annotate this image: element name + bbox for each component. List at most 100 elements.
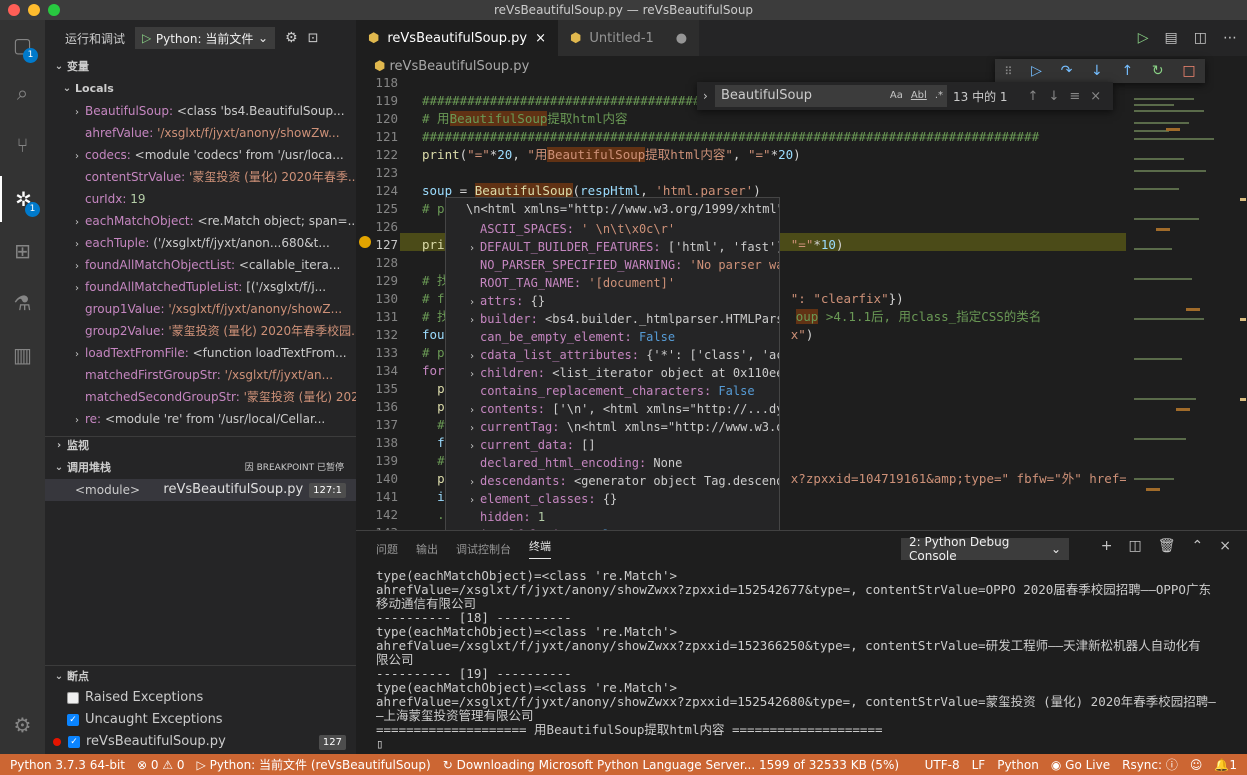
- rsync[interactable]: Rsync: ⓘ: [1116, 756, 1184, 773]
- line-number[interactable]: 128: [356, 254, 398, 272]
- chevron-right-icon[interactable]: ›: [69, 410, 85, 430]
- variable-row[interactable]: › BeautifulSoup: <class 'bs4.BeautifulSou…: [45, 100, 356, 122]
- hover-property-row[interactable]: can_be_empty_element: False: [446, 328, 779, 346]
- line-number[interactable]: 118: [356, 78, 398, 92]
- callstack-section-header[interactable]: ⌄ 调用堆栈 因 BREAKPOINT 已暂停: [45, 457, 356, 479]
- stack-frame[interactable]: <module> reVsBeautifulSoup.py 127:1: [45, 479, 356, 501]
- gear-icon[interactable]: ⚙: [0, 702, 45, 748]
- language-mode[interactable]: Python: [991, 758, 1045, 772]
- line-number[interactable]: 134: [356, 362, 398, 380]
- chevron-right-icon[interactable]: ›: [69, 344, 85, 364]
- line-number[interactable]: 121: [356, 128, 398, 146]
- tab-untitled-1[interactable]: ⬢ Untitled-1 ●: [558, 20, 700, 56]
- line-number[interactable]: 142: [356, 506, 398, 524]
- line-number[interactable]: 138: [356, 434, 398, 452]
- trash-icon[interactable]: 🗑: [1158, 538, 1176, 554]
- chevron-right-icon[interactable]: ›: [464, 366, 480, 382]
- debug-hover-widget[interactable]: \n<html xmlns="http://www.w3.org/1999/xh…: [445, 197, 780, 545]
- code-line[interactable]: 122 print("="*20, "用BeautifulSoup提取html内容…: [356, 146, 1126, 164]
- minimize-window-button[interactable]: [28, 4, 40, 16]
- chevron-right-icon[interactable]: ›: [464, 402, 480, 418]
- variable-row[interactable]: › eachMatchObject: <re.Match object; span…: [45, 210, 356, 232]
- line-number[interactable]: 126: [356, 218, 398, 236]
- hover-property-row[interactable]: › attrs: {}: [446, 292, 779, 310]
- hover-property-row[interactable]: › DEFAULT_BUILDER_FEATURES: ['html', 'fas…: [446, 238, 779, 256]
- open-preview-icon[interactable]: ▤: [1165, 30, 1178, 46]
- find-input[interactable]: BeautifulSoup Aa Abl .*: [715, 85, 947, 107]
- unsaved-dot-icon[interactable]: ●: [676, 31, 687, 46]
- chevron-right-icon[interactable]: ›: [69, 212, 85, 232]
- line-number[interactable]: 130: [356, 290, 398, 308]
- variable-row[interactable]: › re: <module 're' from '/usr/local/Cella…: [45, 408, 356, 430]
- hover-property-row[interactable]: ASCII_SPACES: ' \n\t\x0c\r': [446, 220, 779, 238]
- line-number[interactable]: 125: [356, 200, 398, 218]
- watch-section-header[interactable]: › 监视: [45, 435, 356, 457]
- variable-row[interactable]: curIdx: 19: [45, 188, 356, 210]
- chevron-right-icon[interactable]: ›: [69, 146, 85, 166]
- variables-section-header[interactable]: ⌄ 变量: [45, 56, 356, 78]
- start-debug-icon[interactable]: ▷: [142, 31, 151, 45]
- search-icon[interactable]: ⌕: [0, 70, 45, 116]
- step-out-icon[interactable]: ↑: [1121, 63, 1133, 79]
- variable-row[interactable]: matchedFirstGroupStr: '/xsglxt/f/jyxt/an…: [45, 364, 356, 386]
- chevron-right-icon[interactable]: ›: [69, 278, 85, 298]
- chevron-right-icon[interactable]: ›: [464, 348, 480, 364]
- hover-property-row[interactable]: › children: <list_iterator object at 0x11…: [446, 364, 779, 382]
- hover-property-row[interactable]: › contents: ['\n', <html xmlns="http://..…: [446, 400, 779, 418]
- stop-icon[interactable]: □: [1182, 63, 1195, 79]
- variable-row[interactable]: › foundAllMatchObjectList: <callable_iter…: [45, 254, 356, 276]
- step-into-icon[interactable]: ↓: [1091, 63, 1103, 79]
- step-over-icon[interactable]: ↷: [1061, 63, 1073, 79]
- feedback-icon[interactable]: ☺: [1184, 758, 1209, 772]
- line-number[interactable]: 129: [356, 272, 398, 290]
- chevron-right-icon[interactable]: ›: [69, 102, 85, 122]
- maximize-window-button[interactable]: [48, 4, 60, 16]
- hover-property-row[interactable]: declared_html_encoding: None: [446, 454, 779, 472]
- hover-property-row[interactable]: › builder: <bs4.builder._htmlparser.HTMLP…: [446, 310, 779, 328]
- notifications[interactable]: 🔔1: [1208, 758, 1247, 772]
- breakpoint-raised-exceptions[interactable]: Raised Exceptions: [45, 687, 356, 709]
- variable-row[interactable]: › eachTuple: ('/xsglxt/f/jyxt/anon...680&…: [45, 232, 356, 254]
- line-number[interactable]: 137: [356, 416, 398, 434]
- line-number[interactable]: 123: [356, 164, 398, 182]
- breakpoint-uncaught-exceptions[interactable]: ✓ Uncaught Exceptions: [45, 709, 356, 731]
- line-number[interactable]: 131: [356, 308, 398, 326]
- go-live[interactable]: ◉ Go Live: [1045, 758, 1116, 772]
- variable-row[interactable]: › foundAllMatchedTupleList: [('/xsglxt/f/…: [45, 276, 356, 298]
- line-number[interactable]: 127: [356, 236, 398, 254]
- hover-property-row[interactable]: ROOT_TAG_NAME: '[document]': [446, 274, 779, 292]
- variable-row[interactable]: group2Value: '蒙玺投资 (量化) 2020年春季校园...: [45, 320, 356, 342]
- debug-console-icon[interactable]: ⊡: [308, 31, 319, 46]
- variable-row[interactable]: › codecs: <module 'codecs' from '/usr/loc…: [45, 144, 356, 166]
- continue-icon[interactable]: ▷: [1031, 63, 1042, 79]
- code-line[interactable]: 121 #####################################…: [356, 128, 1126, 146]
- line-number[interactable]: 136: [356, 398, 398, 416]
- next-match-icon[interactable]: ↓: [1048, 89, 1059, 104]
- line-number[interactable]: 133: [356, 344, 398, 362]
- code-line[interactable]: 123: [356, 164, 1126, 182]
- terminal-select[interactable]: 2: Python Debug Console ⌄: [901, 535, 1069, 563]
- line-number[interactable]: 119: [356, 92, 398, 110]
- gear-icon[interactable]: ⚙: [285, 30, 298, 46]
- variable-row[interactable]: matchedSecondGroupStr: '蒙玺投资 (量化) 202...: [45, 386, 356, 408]
- more-actions-icon[interactable]: ⋯: [1223, 30, 1237, 46]
- panel-tab[interactable]: 问题: [376, 541, 398, 557]
- close-icon[interactable]: ×: [1219, 538, 1231, 554]
- split-terminal-icon[interactable]: ◫: [1129, 538, 1142, 554]
- close-icon[interactable]: ×: [1090, 89, 1101, 104]
- run-config-status[interactable]: ▷ Python: 当前文件 (reVsBeautifulSoup): [191, 756, 437, 773]
- variable-row[interactable]: group1Value: '/xsglxt/f/jyxt/anony/showZ…: [45, 298, 356, 320]
- variable-row[interactable]: ahrefValue: '/xsglxt/f/jyxt/anony/showZw…: [45, 122, 356, 144]
- chevron-right-icon[interactable]: ›: [464, 438, 480, 454]
- hover-property-row[interactable]: NO_PARSER_SPECIFIED_WARNING: 'No parser …: [446, 256, 779, 274]
- variable-row[interactable]: contentStrValue: '蒙玺投资 (量化) 2020年春季...: [45, 166, 356, 188]
- regex-icon[interactable]: .*: [935, 85, 943, 107]
- eol[interactable]: LF: [966, 758, 992, 772]
- line-number[interactable]: 132: [356, 326, 398, 344]
- line-number[interactable]: 122: [356, 146, 398, 164]
- find-in-selection-icon[interactable]: ≡: [1069, 89, 1080, 104]
- chevron-right-icon[interactable]: ›: [703, 89, 708, 103]
- code-line[interactable]: 120 # 用BeautifulSoup提取html内容: [356, 110, 1126, 128]
- checkbox[interactable]: [67, 692, 79, 704]
- line-number[interactable]: 139: [356, 452, 398, 470]
